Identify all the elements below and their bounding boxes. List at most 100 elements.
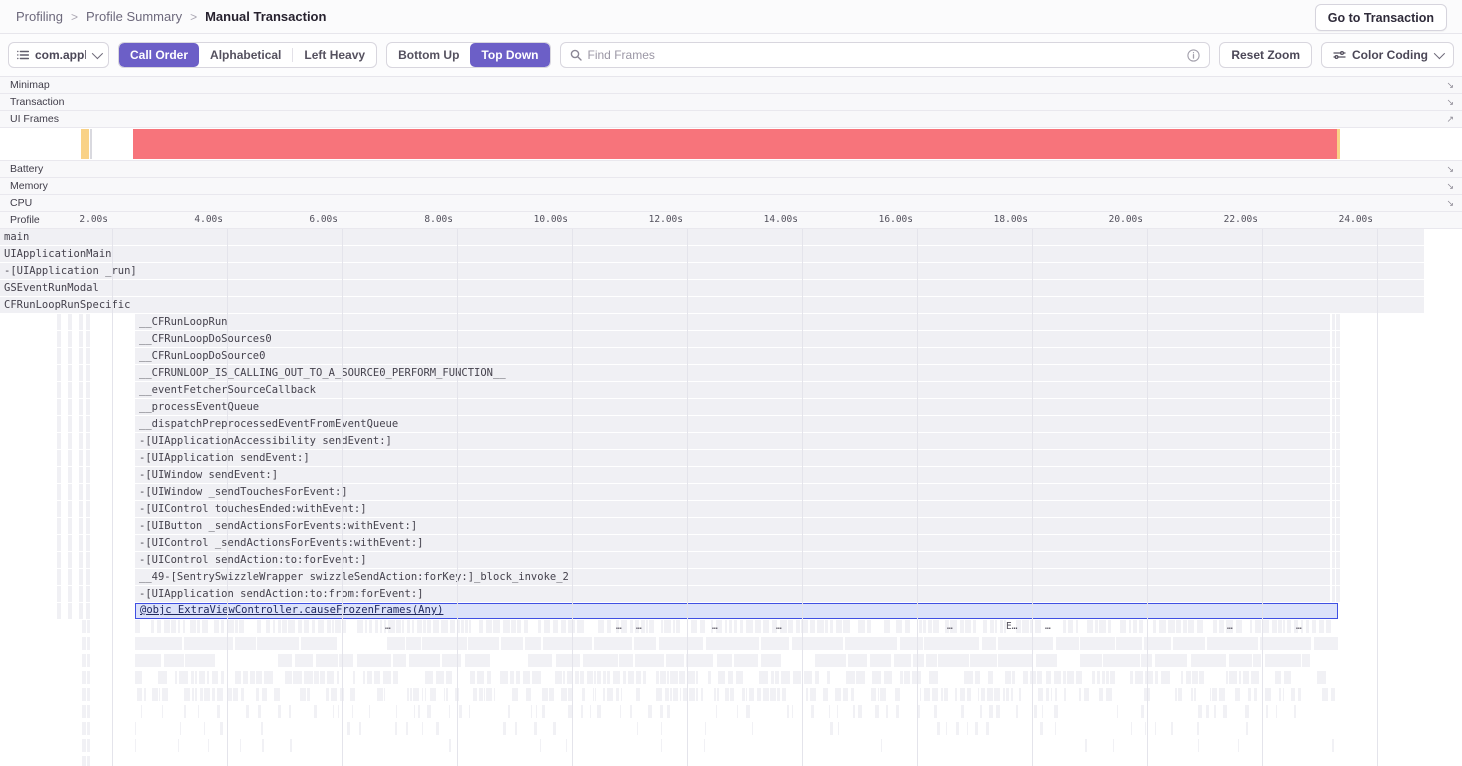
flame-frame[interactable] [975, 722, 978, 735]
flame-frame[interactable] [524, 620, 528, 633]
flame-frame[interactable] [988, 671, 993, 684]
flame-frame[interactable] [1046, 688, 1049, 701]
flame-frame[interactable]: UIApplicationMain [0, 246, 1424, 262]
flame-frame[interactable] [82, 756, 86, 766]
flame-frame[interactable] [278, 620, 281, 633]
flame-frame[interactable] [1023, 671, 1028, 684]
flame-frame[interactable] [157, 620, 161, 633]
flame-frame[interactable] [970, 654, 997, 667]
flame-frame[interactable] [637, 722, 638, 735]
flame-frame[interactable] [68, 331, 72, 347]
flame-frame[interactable] [793, 671, 801, 684]
flame-frame[interactable] [240, 739, 241, 752]
flame-frame[interactable] [79, 399, 83, 415]
flame-frame[interactable] [221, 620, 224, 633]
flame-frame[interactable] [568, 688, 573, 701]
flame-frame[interactable] [135, 654, 161, 667]
flame-frame[interactable] [208, 739, 209, 752]
flame-frame[interactable] [212, 671, 218, 684]
flame-frame[interactable] [446, 688, 448, 701]
flame-frame[interactable] [479, 620, 483, 633]
flame-frame[interactable] [304, 620, 309, 633]
flame-frame[interactable] [493, 620, 500, 633]
flame-frame[interactable] [582, 688, 585, 701]
flame-frame[interactable] [57, 484, 61, 500]
flame-frame[interactable] [241, 688, 244, 701]
flame-frame[interactable] [706, 637, 759, 650]
flame-frame[interactable] [755, 620, 761, 633]
flame-frame[interactable] [1131, 722, 1132, 735]
flame-frame[interactable] [191, 671, 194, 684]
flame-frame[interactable] [79, 314, 83, 330]
flame-frame[interactable] [1103, 654, 1140, 667]
flame-frame[interactable] [1153, 620, 1156, 633]
flame-frame[interactable] [937, 722, 940, 735]
flame-frame[interactable] [337, 671, 339, 684]
flame-frame[interactable] [587, 671, 593, 684]
flame-frame[interactable] [1332, 569, 1335, 585]
flame-frame[interactable] [1283, 688, 1284, 701]
flame-frame[interactable] [567, 671, 573, 684]
flame-frame[interactable] [1063, 620, 1066, 633]
flame-frame[interactable] [683, 688, 688, 701]
flame-frame[interactable] [761, 654, 781, 667]
flame-frame[interactable]: -[UIWindow _sendTouchesForEvent:] [135, 484, 1330, 500]
flame-frame[interactable] [895, 688, 900, 701]
flame-frame[interactable] [607, 620, 611, 633]
flame-frame[interactable] [86, 535, 90, 551]
flame-frame[interactable] [1171, 722, 1173, 735]
flame-frame[interactable] [402, 620, 404, 633]
flame-frame[interactable] [278, 654, 292, 667]
flame-frame[interactable] [1173, 637, 1205, 650]
flame-frame[interactable] [1006, 688, 1009, 701]
flame-frame[interactable] [1243, 671, 1249, 684]
flame-frame[interactable] [1332, 467, 1335, 483]
flame-frame[interactable] [82, 654, 86, 667]
flame-frame[interactable] [1191, 654, 1226, 667]
flame-frame[interactable] [696, 688, 698, 701]
flame-frame[interactable] [729, 620, 732, 633]
flame-frame[interactable] [82, 722, 86, 735]
flame-frame[interactable] [87, 654, 90, 667]
flame-frame[interactable] [87, 637, 90, 650]
flame-frame[interactable] [494, 688, 495, 701]
flame-frame[interactable] [1332, 365, 1335, 381]
flame-frame[interactable] [531, 705, 532, 718]
flame-frame[interactable] [266, 620, 270, 633]
flame-frame[interactable] [742, 688, 745, 701]
flame-frame[interactable] [528, 654, 552, 667]
flame-frame[interactable] [204, 688, 210, 701]
info-icon[interactable] [1187, 49, 1200, 62]
flame-frame[interactable] [243, 671, 248, 684]
flame-frame[interactable] [288, 620, 295, 633]
flame-frame[interactable] [987, 688, 993, 701]
flame-frame[interactable] [367, 671, 372, 684]
flame-frame[interactable] [870, 654, 891, 667]
flame-frame[interactable] [455, 688, 459, 701]
flame-frame[interactable] [86, 450, 90, 466]
flame-frame[interactable] [670, 671, 678, 684]
flame-frame[interactable] [289, 705, 291, 718]
flame-frame[interactable] [1332, 518, 1335, 534]
flame-frame[interactable] [57, 382, 61, 398]
flame-frame[interactable] [941, 688, 943, 701]
flame-frame[interactable] [406, 637, 421, 650]
flame-frame[interactable] [781, 671, 790, 684]
flame-frame[interactable] [580, 671, 584, 684]
flame-frame[interactable] [1248, 688, 1251, 701]
flame-frame[interactable] [967, 688, 971, 701]
flame-frame[interactable] [978, 688, 979, 701]
flame-frame[interactable] [87, 671, 90, 684]
flame-frame[interactable] [353, 671, 355, 684]
flame-frame[interactable] [298, 620, 302, 633]
flame-frame[interactable] [68, 552, 72, 568]
flame-frame[interactable] [830, 722, 833, 735]
flame-frame[interactable] [195, 671, 197, 684]
flame-frame[interactable] [1336, 586, 1340, 602]
flame-frame[interactable] [68, 433, 72, 449]
flame-frame[interactable] [924, 688, 930, 701]
flame-frame[interactable] [792, 705, 793, 718]
flame-frame[interactable] [1229, 654, 1252, 667]
flame-frame[interactable] [1332, 450, 1335, 466]
flame-frame[interactable] [274, 688, 280, 701]
